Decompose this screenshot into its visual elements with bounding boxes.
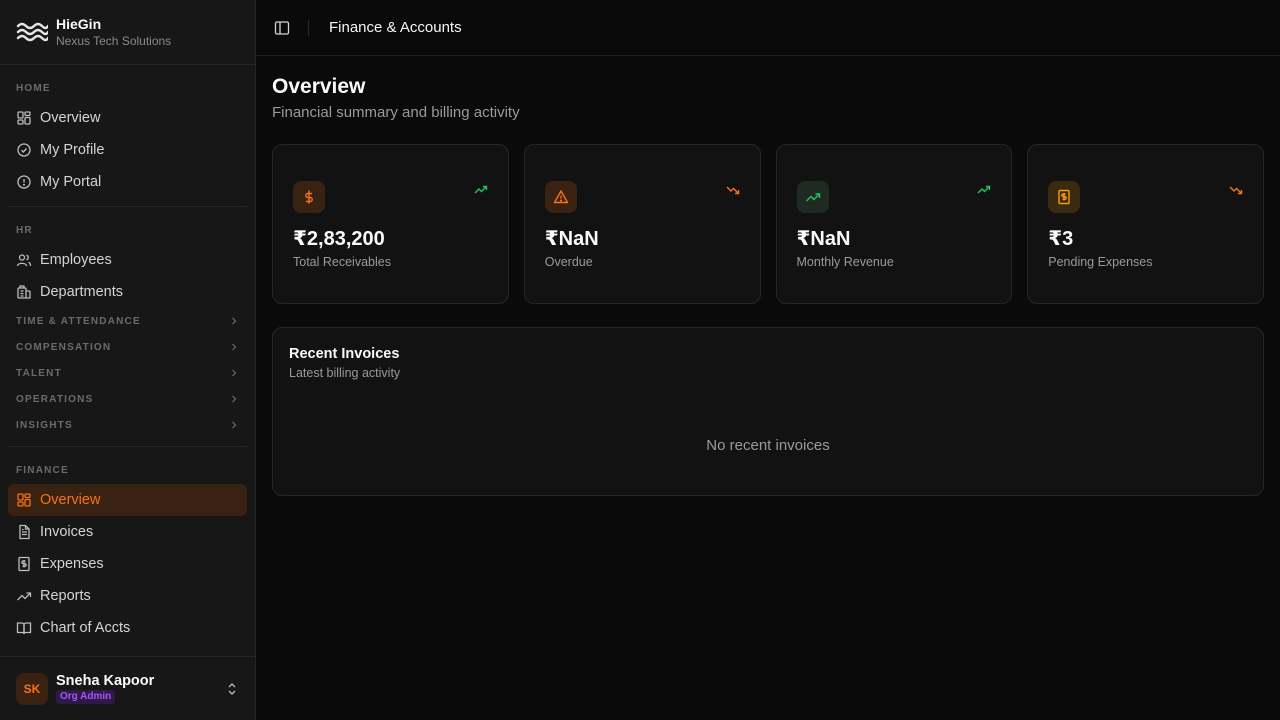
app-shell: HieGin Nexus Tech Solutions HOME Overvie… xyxy=(0,0,1280,720)
nav-group-label: TALENT xyxy=(16,367,62,379)
stat-value: ₹NaN xyxy=(544,228,599,250)
stat-cards: ₹2,83,200 Total Receivables ₹NaN Overdue xyxy=(272,144,1264,304)
stat-value: ₹NaN xyxy=(796,228,851,250)
page-title: Overview xyxy=(272,75,366,98)
sidebar-item-finance-overview[interactable]: Overview xyxy=(8,484,247,516)
file-text-icon xyxy=(19,524,30,540)
trending-down-icon xyxy=(1229,186,1243,195)
sidebar-item-label: Invoices xyxy=(40,524,94,540)
nav-group-label: COMPENSATION xyxy=(16,341,112,353)
nav-group-operations[interactable]: OPERATIONS xyxy=(8,386,247,412)
warning-icon xyxy=(544,181,577,213)
receipt-icon xyxy=(18,556,30,572)
sidebar-item-label: Overview xyxy=(40,110,101,126)
brand-org: Nexus Tech Solutions xyxy=(56,33,172,48)
wave-logo-icon xyxy=(16,16,48,48)
dollar-icon xyxy=(293,181,325,213)
nav-group-compensation[interactable]: COMPENSATION xyxy=(8,334,247,360)
trending-up-icon xyxy=(17,592,32,601)
stat-card-pending-expenses: ₹3 Pending Expenses xyxy=(1027,144,1264,304)
stat-label: Monthly Revenue xyxy=(796,255,894,269)
role-badge: Org Admin xyxy=(56,690,116,704)
building-icon xyxy=(17,285,31,299)
chevron-right-icon xyxy=(232,369,237,377)
page-subtitle: Financial summary and billing activity xyxy=(272,104,520,121)
check-circle-icon xyxy=(17,143,31,157)
nav-group-insights[interactable]: INSIGHTS xyxy=(8,412,247,438)
nav-section-hr: HR Employees Departments TIME & ATTENDAN… xyxy=(8,206,247,446)
sidebar-item-overview[interactable]: Overview xyxy=(8,102,247,134)
section-label-hr: HR xyxy=(16,225,33,236)
page-content: Overview Financial summary and billing a… xyxy=(256,56,1280,512)
sidebar-item-my-profile[interactable]: My Profile xyxy=(8,134,247,166)
grid-icon xyxy=(17,111,31,125)
sidebar-item-expenses[interactable]: Expenses xyxy=(8,548,247,580)
stat-card-overdue: ₹NaN Overdue xyxy=(523,144,761,304)
sidebar-item-chart-of-accts[interactable]: Chart of Accts xyxy=(8,612,247,644)
sidebar-item-invoices[interactable]: Invoices xyxy=(8,516,247,548)
chevron-right-icon xyxy=(232,421,237,429)
sidebar-nav: HOME Overview My Profile My Portal HR Em… xyxy=(0,65,255,656)
nav-group-talent[interactable]: TALENT xyxy=(8,360,247,386)
section-label-home: HOME xyxy=(16,83,51,94)
chevron-right-icon xyxy=(232,343,237,351)
trending-up-icon xyxy=(474,185,487,194)
sidebar-item-my-portal[interactable]: My Portal xyxy=(8,166,247,198)
nav-section-home: HOME Overview My Profile My Portal xyxy=(8,65,247,206)
stat-value: ₹3 xyxy=(1048,228,1074,250)
chevron-right-icon xyxy=(232,317,237,325)
avatar: SK xyxy=(16,672,48,705)
stat-label: Total Receivables xyxy=(293,255,391,269)
trending-up-icon xyxy=(977,185,991,194)
sidebar-item-label: Expenses xyxy=(40,556,104,572)
brand-header[interactable]: HieGin Nexus Tech Solutions xyxy=(0,0,255,65)
stat-label: Pending Expenses xyxy=(1048,255,1153,269)
sidebar-item-label: Reports xyxy=(40,588,91,604)
sidebar-item-label: My Profile xyxy=(40,142,105,158)
stat-value: ₹2,83,200 xyxy=(293,228,385,250)
receipt-icon xyxy=(1048,181,1081,213)
users-icon xyxy=(16,254,32,267)
sidebar-item-label: Overview xyxy=(40,492,101,508)
panel-title: Recent Invoices xyxy=(289,346,400,362)
chevrons-up-down-icon[interactable] xyxy=(225,682,239,696)
trending-up-icon xyxy=(796,181,829,213)
stat-card-total-receivables: ₹2,83,200 Total Receivables xyxy=(272,144,509,304)
sidebar-item-departments[interactable]: Departments xyxy=(8,276,247,308)
sidebar: HieGin Nexus Tech Solutions HOME Overvie… xyxy=(0,0,256,720)
sidebar-item-label: Departments xyxy=(40,284,124,300)
empty-state-message: No recent invoices xyxy=(706,437,830,454)
user-name: Sneha Kapoor xyxy=(56,673,155,689)
stat-label: Overdue xyxy=(544,255,593,269)
nav-group-label: TIME & ATTENDANCE xyxy=(16,315,141,327)
alert-circle-icon xyxy=(17,175,31,189)
stat-card-monthly-revenue: ₹NaN Monthly Revenue xyxy=(775,144,1013,304)
book-icon xyxy=(16,622,32,635)
sidebar-toggle-button[interactable] xyxy=(272,18,292,38)
topbar: Finance & Accounts xyxy=(256,0,1280,56)
page-breadcrumb: Finance & Accounts xyxy=(329,19,462,36)
nav-group-label: INSIGHTS xyxy=(16,419,73,431)
nav-section-finance: FINANCE Overview Invoices Expenses Repor… xyxy=(8,446,247,652)
sidebar-item-label: Chart of Accts xyxy=(40,620,131,636)
sidebar-item-label: Employees xyxy=(40,252,112,268)
trending-down-icon xyxy=(726,186,739,195)
sidebar-item-employees[interactable]: Employees xyxy=(8,244,247,276)
panel-subtitle: Latest billing activity xyxy=(289,366,401,380)
sidebar-item-label: My Portal xyxy=(40,174,102,190)
panel-left-icon xyxy=(274,20,290,35)
sidebar-item-reports[interactable]: Reports xyxy=(8,580,247,612)
section-label-finance: FINANCE xyxy=(16,465,69,476)
brand-name: HieGin xyxy=(56,15,102,32)
divider xyxy=(308,19,309,36)
recent-invoices-panel: Recent Invoices Latest billing activity … xyxy=(272,327,1264,496)
nav-group-label: OPERATIONS xyxy=(16,393,94,405)
main-area: Finance & Accounts Overview Financial su… xyxy=(256,0,1280,720)
chevron-right-icon xyxy=(232,395,237,403)
nav-group-time-attendance[interactable]: TIME & ATTENDANCE xyxy=(8,308,247,334)
user-menu[interactable]: SK Sneha Kapoor Org Admin xyxy=(0,656,255,720)
grid-icon xyxy=(17,493,31,507)
